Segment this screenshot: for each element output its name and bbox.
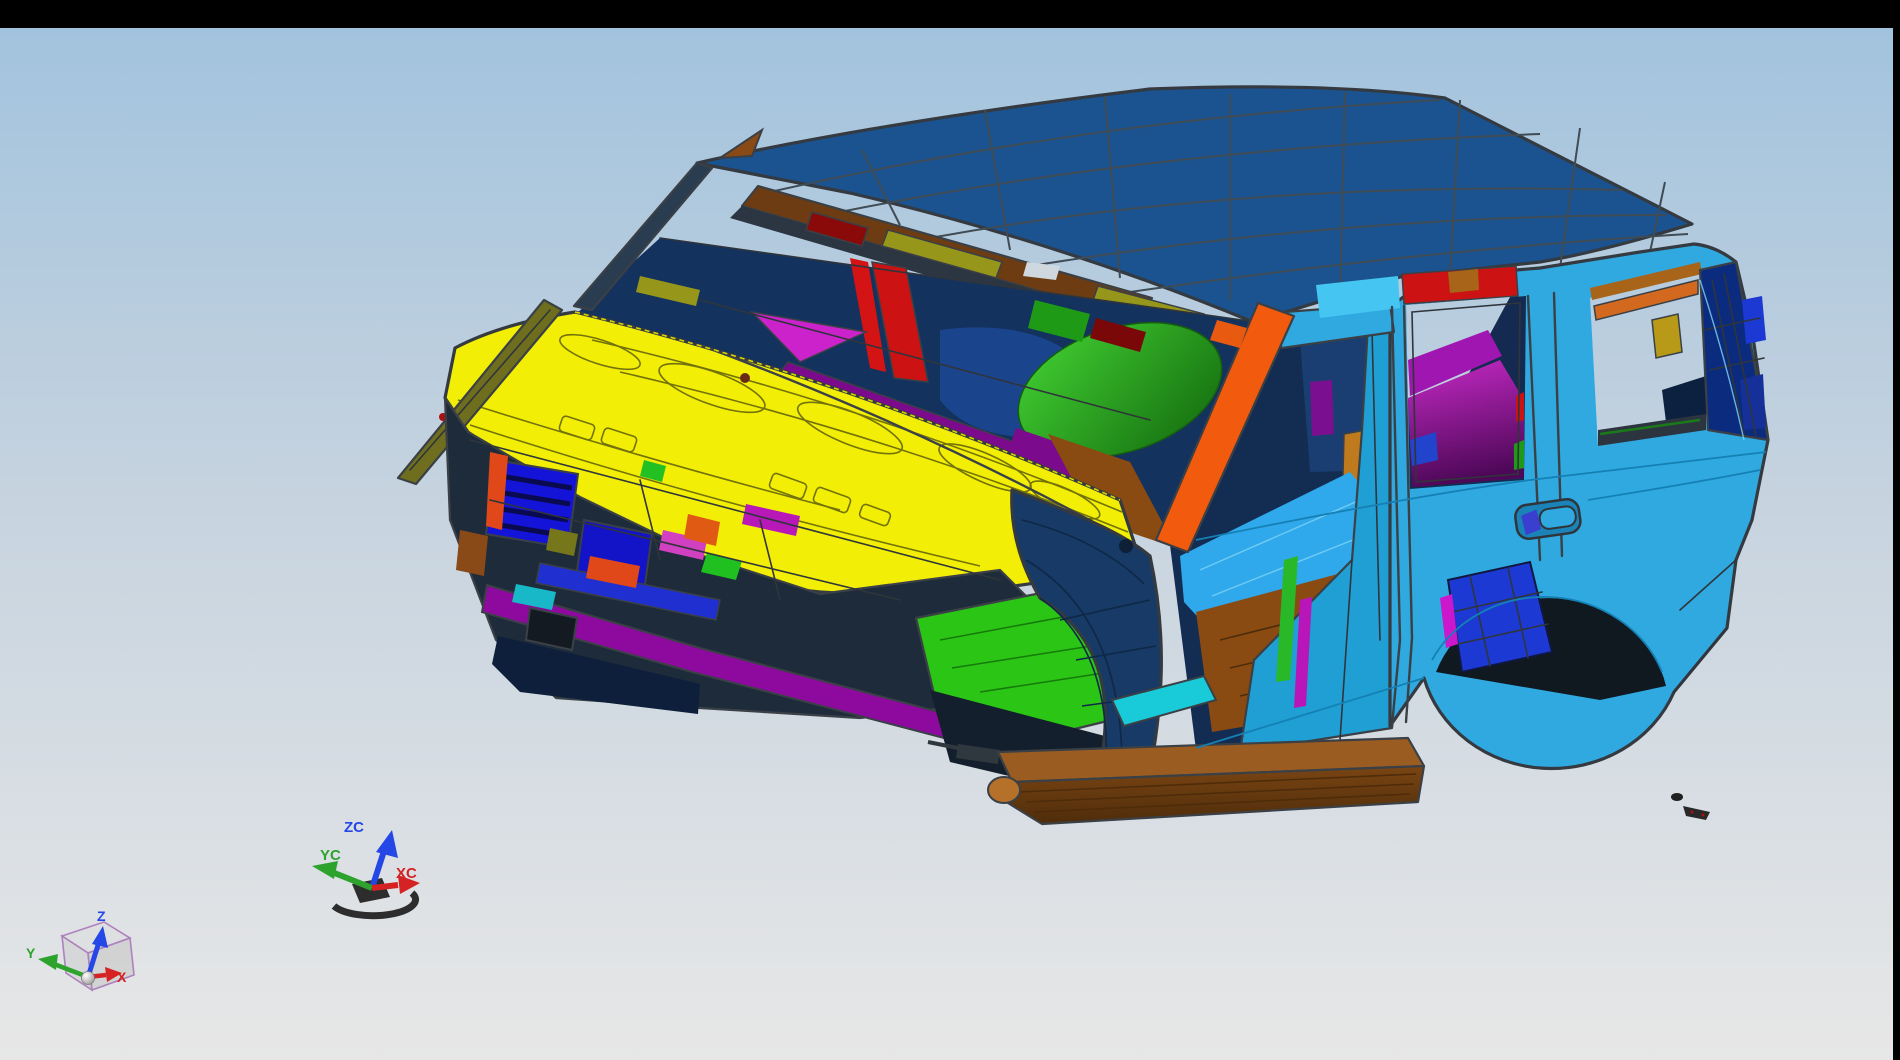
b-pillar-inner-purple[interactable] bbox=[1310, 380, 1334, 436]
door-handle[interactable] bbox=[1514, 498, 1582, 541]
datum-y-label: Y bbox=[26, 945, 36, 961]
rear-door-window[interactable] bbox=[1406, 296, 1526, 489]
fender-hole bbox=[1119, 539, 1133, 553]
viewport-canvas[interactable]: ZC YC XC Z Y X bbox=[0, 0, 1900, 1060]
window-red-sliver bbox=[1516, 392, 1524, 422]
top-black-bar bbox=[0, 0, 1900, 28]
right-black-bar bbox=[1893, 0, 1900, 1060]
clip-brown-hook bbox=[456, 530, 488, 576]
datum-x-label: X bbox=[117, 969, 127, 985]
wcs-zc-label: ZC bbox=[344, 819, 364, 836]
quarter-window[interactable] bbox=[1590, 272, 1706, 446]
datum-z-label: Z bbox=[97, 908, 106, 924]
datum-origin-ball[interactable] bbox=[82, 972, 95, 985]
quarter-window-olive-clip bbox=[1652, 314, 1682, 358]
board-end-cap bbox=[988, 777, 1020, 803]
wcs-yc-label: YC bbox=[320, 847, 341, 864]
wcs-xc-label: XC bbox=[396, 865, 417, 882]
hood-pin bbox=[740, 373, 750, 383]
rail-accent-brown bbox=[1448, 269, 1479, 293]
cad-application-window: ZC YC XC Z Y X bbox=[0, 0, 1900, 1060]
